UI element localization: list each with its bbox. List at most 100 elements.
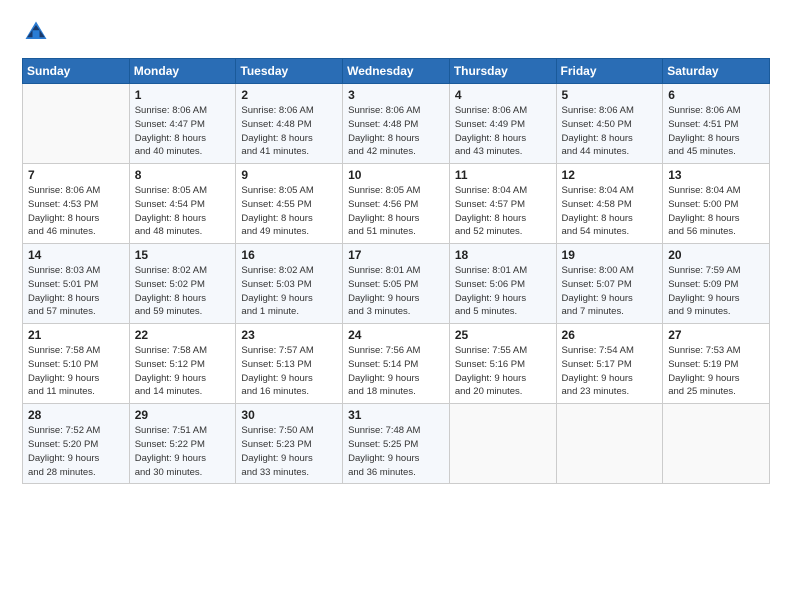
cell-content: Sunrise: 8:05 AM Sunset: 4:55 PM Dayligh…	[241, 184, 337, 239]
day-number: 16	[241, 248, 337, 262]
calendar-cell: 29 Sunrise: 7:51 AM Sunset: 5:22 PM Dayli…	[129, 404, 236, 484]
calendar-header: SundayMondayTuesdayWednesdayThursdayFrid…	[23, 59, 770, 84]
calendar-cell: 5 Sunrise: 8:06 AM Sunset: 4:50 PM Daylig…	[556, 84, 663, 164]
day-number: 2	[241, 88, 337, 102]
header	[22, 18, 770, 46]
weekday-header-sunday: Sunday	[23, 59, 130, 84]
cell-content: Sunrise: 8:01 AM Sunset: 5:05 PM Dayligh…	[348, 264, 444, 319]
cell-content: Sunrise: 8:06 AM Sunset: 4:47 PM Dayligh…	[135, 104, 231, 159]
day-number: 11	[455, 168, 551, 182]
calendar-cell: 1 Sunrise: 8:06 AM Sunset: 4:47 PM Daylig…	[129, 84, 236, 164]
cell-content: Sunrise: 7:51 AM Sunset: 5:22 PM Dayligh…	[135, 424, 231, 479]
day-number: 18	[455, 248, 551, 262]
calendar-cell	[663, 404, 770, 484]
calendar-cell: 31 Sunrise: 7:48 AM Sunset: 5:25 PM Dayli…	[343, 404, 450, 484]
day-number: 31	[348, 408, 444, 422]
calendar-cell: 22Sunrise: 7:58 AM Sunset: 5:12 PM Dayli…	[129, 324, 236, 404]
cell-content: Sunrise: 7:48 AM Sunset: 5:25 PM Dayligh…	[348, 424, 444, 479]
day-number: 8	[135, 168, 231, 182]
weekday-header-monday: Monday	[129, 59, 236, 84]
cell-content: Sunrise: 7:59 AM Sunset: 5:09 PM Dayligh…	[668, 264, 764, 319]
calendar-cell: 23 Sunrise: 7:57 AM Sunset: 5:13 PM Dayli…	[236, 324, 343, 404]
cell-content: Sunrise: 8:06 AM Sunset: 4:48 PM Dayligh…	[348, 104, 444, 159]
calendar-cell: 9 Sunrise: 8:05 AM Sunset: 4:55 PM Daylig…	[236, 164, 343, 244]
day-number: 30	[241, 408, 337, 422]
calendar-cell: 25 Sunrise: 7:55 AM Sunset: 5:16 PM Dayli…	[449, 324, 556, 404]
logo	[22, 18, 54, 46]
cell-content: Sunrise: 8:02 AM Sunset: 5:03 PM Dayligh…	[241, 264, 337, 319]
calendar-table: SundayMondayTuesdayWednesdayThursdayFrid…	[22, 58, 770, 484]
calendar-cell: 19Sunrise: 8:00 AM Sunset: 5:07 PM Dayli…	[556, 244, 663, 324]
calendar-week-3: 14 Sunrise: 8:03 AM Sunset: 5:01 PM Dayli…	[23, 244, 770, 324]
calendar-cell: 16 Sunrise: 8:02 AM Sunset: 5:03 PM Dayli…	[236, 244, 343, 324]
calendar-cell	[449, 404, 556, 484]
day-number: 23	[241, 328, 337, 342]
cell-content: Sunrise: 8:04 AM Sunset: 4:57 PM Dayligh…	[455, 184, 551, 239]
day-number: 27	[668, 328, 764, 342]
calendar-cell: 2 Sunrise: 8:06 AM Sunset: 4:48 PM Daylig…	[236, 84, 343, 164]
calendar-cell	[556, 404, 663, 484]
cell-content: Sunrise: 7:54 AM Sunset: 5:17 PM Dayligh…	[562, 344, 658, 399]
day-number: 13	[668, 168, 764, 182]
calendar-cell	[23, 84, 130, 164]
cell-content: Sunrise: 7:57 AM Sunset: 5:13 PM Dayligh…	[241, 344, 337, 399]
logo-icon	[22, 18, 50, 46]
cell-content: Sunrise: 8:05 AM Sunset: 4:56 PM Dayligh…	[348, 184, 444, 239]
day-number: 5	[562, 88, 658, 102]
cell-content: Sunrise: 7:50 AM Sunset: 5:23 PM Dayligh…	[241, 424, 337, 479]
weekday-header-thursday: Thursday	[449, 59, 556, 84]
calendar-cell: 30 Sunrise: 7:50 AM Sunset: 5:23 PM Dayli…	[236, 404, 343, 484]
cell-content: Sunrise: 8:05 AM Sunset: 4:54 PM Dayligh…	[135, 184, 231, 239]
calendar-cell: 4Sunrise: 8:06 AM Sunset: 4:49 PM Daylig…	[449, 84, 556, 164]
calendar-cell: 14 Sunrise: 8:03 AM Sunset: 5:01 PM Dayli…	[23, 244, 130, 324]
calendar-cell: 11 Sunrise: 8:04 AM Sunset: 4:57 PM Dayli…	[449, 164, 556, 244]
day-number: 1	[135, 88, 231, 102]
day-number: 24	[348, 328, 444, 342]
calendar-cell: 3Sunrise: 8:06 AM Sunset: 4:48 PM Daylig…	[343, 84, 450, 164]
calendar-week-5: 28 Sunrise: 7:52 AM Sunset: 5:20 PM Dayli…	[23, 404, 770, 484]
calendar-cell: 12 Sunrise: 8:04 AM Sunset: 4:58 PM Dayli…	[556, 164, 663, 244]
calendar-week-4: 21 Sunrise: 7:58 AM Sunset: 5:10 PM Dayli…	[23, 324, 770, 404]
day-number: 25	[455, 328, 551, 342]
calendar-cell: 24Sunrise: 7:56 AM Sunset: 5:14 PM Dayli…	[343, 324, 450, 404]
day-number: 19	[562, 248, 658, 262]
calendar-cell: 6 Sunrise: 8:06 AM Sunset: 4:51 PM Daylig…	[663, 84, 770, 164]
day-number: 28	[28, 408, 124, 422]
weekday-row: SundayMondayTuesdayWednesdayThursdayFrid…	[23, 59, 770, 84]
day-number: 14	[28, 248, 124, 262]
calendar-body: 1 Sunrise: 8:06 AM Sunset: 4:47 PM Daylig…	[23, 84, 770, 484]
day-number: 6	[668, 88, 764, 102]
cell-content: Sunrise: 7:52 AM Sunset: 5:20 PM Dayligh…	[28, 424, 124, 479]
cell-content: Sunrise: 8:06 AM Sunset: 4:53 PM Dayligh…	[28, 184, 124, 239]
day-number: 12	[562, 168, 658, 182]
calendar-cell: 13Sunrise: 8:04 AM Sunset: 5:00 PM Dayli…	[663, 164, 770, 244]
calendar-week-2: 7 Sunrise: 8:06 AM Sunset: 4:53 PM Daylig…	[23, 164, 770, 244]
cell-content: Sunrise: 7:55 AM Sunset: 5:16 PM Dayligh…	[455, 344, 551, 399]
cell-content: Sunrise: 7:53 AM Sunset: 5:19 PM Dayligh…	[668, 344, 764, 399]
day-number: 9	[241, 168, 337, 182]
day-number: 21	[28, 328, 124, 342]
cell-content: Sunrise: 8:06 AM Sunset: 4:50 PM Dayligh…	[562, 104, 658, 159]
calendar-week-1: 1 Sunrise: 8:06 AM Sunset: 4:47 PM Daylig…	[23, 84, 770, 164]
cell-content: Sunrise: 8:03 AM Sunset: 5:01 PM Dayligh…	[28, 264, 124, 319]
cell-content: Sunrise: 8:02 AM Sunset: 5:02 PM Dayligh…	[135, 264, 231, 319]
cell-content: Sunrise: 7:58 AM Sunset: 5:10 PM Dayligh…	[28, 344, 124, 399]
cell-content: Sunrise: 7:58 AM Sunset: 5:12 PM Dayligh…	[135, 344, 231, 399]
cell-content: Sunrise: 8:06 AM Sunset: 4:48 PM Dayligh…	[241, 104, 337, 159]
calendar-cell: 17 Sunrise: 8:01 AM Sunset: 5:05 PM Dayli…	[343, 244, 450, 324]
day-number: 7	[28, 168, 124, 182]
day-number: 26	[562, 328, 658, 342]
cell-content: Sunrise: 8:01 AM Sunset: 5:06 PM Dayligh…	[455, 264, 551, 319]
day-number: 17	[348, 248, 444, 262]
calendar-cell: 28 Sunrise: 7:52 AM Sunset: 5:20 PM Dayli…	[23, 404, 130, 484]
day-number: 29	[135, 408, 231, 422]
calendar-cell: 8 Sunrise: 8:05 AM Sunset: 4:54 PM Daylig…	[129, 164, 236, 244]
calendar-cell: 18 Sunrise: 8:01 AM Sunset: 5:06 PM Dayli…	[449, 244, 556, 324]
cell-content: Sunrise: 8:04 AM Sunset: 4:58 PM Dayligh…	[562, 184, 658, 239]
cell-content: Sunrise: 8:06 AM Sunset: 4:51 PM Dayligh…	[668, 104, 764, 159]
day-number: 20	[668, 248, 764, 262]
calendar-cell: 27 Sunrise: 7:53 AM Sunset: 5:19 PM Dayli…	[663, 324, 770, 404]
calendar-cell: 10Sunrise: 8:05 AM Sunset: 4:56 PM Dayli…	[343, 164, 450, 244]
weekday-header-tuesday: Tuesday	[236, 59, 343, 84]
calendar-cell: 7 Sunrise: 8:06 AM Sunset: 4:53 PM Daylig…	[23, 164, 130, 244]
